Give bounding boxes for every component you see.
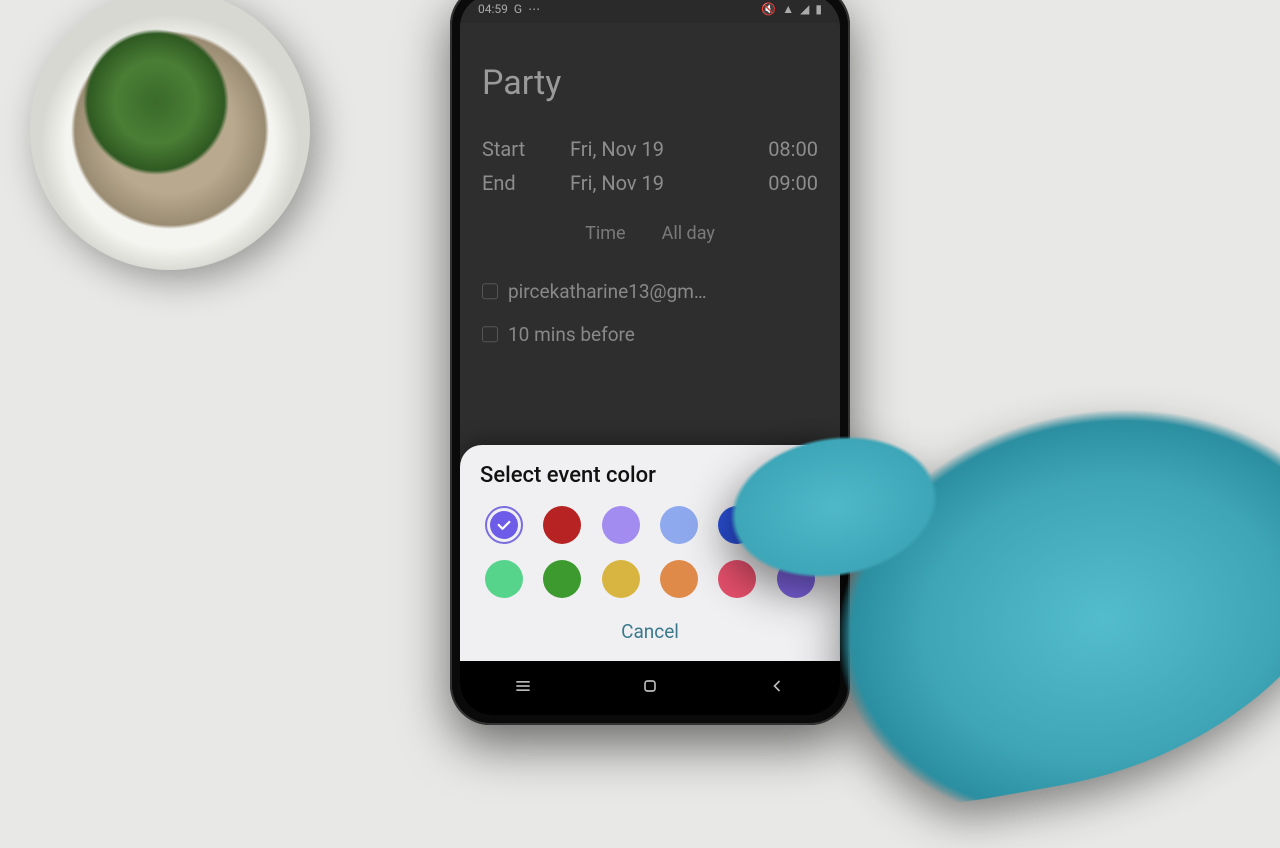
color-swatch-2[interactable] xyxy=(602,506,640,544)
status-battery-icon: ▮ xyxy=(815,2,822,16)
cancel-button[interactable]: Cancel xyxy=(480,610,820,647)
color-picker-sheet: Select event color Cancel xyxy=(460,445,840,661)
sheet-title: Select event color xyxy=(480,463,820,488)
start-label: Start xyxy=(482,137,542,161)
color-swatch-grid xyxy=(480,506,820,598)
color-swatch-4[interactable] xyxy=(718,506,756,544)
start-date[interactable]: Fri, Nov 19 xyxy=(570,137,740,161)
reminder-row[interactable]: 10 mins before xyxy=(482,313,818,356)
tab-time[interactable]: Time xyxy=(585,223,625,244)
end-date[interactable]: Fri, Nov 19 xyxy=(570,171,740,195)
phone-screen: 04:59 G ⋯ 🔇 ▲ ◢ ▮ Party Start Fri, Nov 1… xyxy=(460,0,840,715)
calendar-account-row[interactable]: pircekatharine13@gm… xyxy=(482,270,818,313)
status-more-icon: ⋯ xyxy=(528,2,540,16)
status-time: 04:59 xyxy=(478,2,508,16)
phone-frame: 04:59 G ⋯ 🔇 ▲ ◢ ▮ Party Start Fri, Nov 1… xyxy=(450,0,850,725)
color-swatch-3[interactable] xyxy=(660,506,698,544)
tab-all-day[interactable]: All day xyxy=(662,223,715,244)
time-mode-tabs: Time All day xyxy=(482,223,818,244)
color-swatch-7[interactable] xyxy=(543,560,581,598)
color-swatch-1[interactable] xyxy=(543,506,581,544)
status-mute-icon: 🔇 xyxy=(761,2,776,16)
status-wifi-icon: ▲ xyxy=(782,2,794,16)
status-signal-icon: ◢ xyxy=(800,2,809,16)
end-row[interactable]: End Fri, Nov 19 09:00 xyxy=(482,171,818,195)
start-time[interactable]: 08:00 xyxy=(768,137,818,161)
end-time[interactable]: 09:00 xyxy=(768,171,818,195)
color-swatch-8[interactable] xyxy=(602,560,640,598)
event-title-input[interactable]: Party xyxy=(482,63,818,103)
end-label: End xyxy=(482,171,542,195)
status-bar: 04:59 G ⋯ 🔇 ▲ ◢ ▮ xyxy=(460,0,840,23)
color-swatch-11[interactable] xyxy=(777,560,815,598)
color-swatch-0[interactable] xyxy=(485,506,523,544)
color-swatch-9[interactable] xyxy=(660,560,698,598)
start-row[interactable]: Start Fri, Nov 19 08:00 xyxy=(482,137,818,161)
plant-decoration xyxy=(30,0,310,270)
android-nav-bar xyxy=(460,661,840,715)
status-google-icon: G xyxy=(514,2,522,16)
color-swatch-6[interactable] xyxy=(485,560,523,598)
nav-home-button[interactable] xyxy=(625,676,675,700)
nav-recents-button[interactable] xyxy=(498,676,548,700)
color-swatch-10[interactable] xyxy=(718,560,756,598)
color-swatch-5[interactable] xyxy=(777,506,815,544)
nav-back-button[interactable] xyxy=(752,676,802,700)
